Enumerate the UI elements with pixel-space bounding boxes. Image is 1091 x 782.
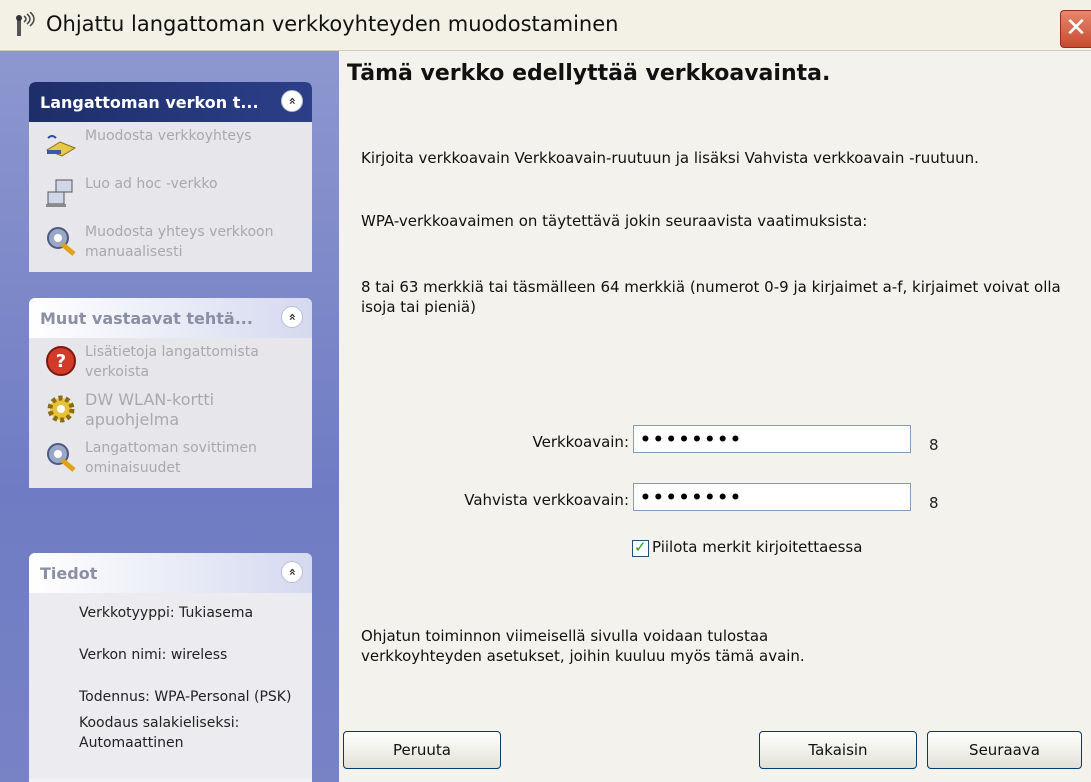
wizard-content: Tämä verkko edellyttää verkkoavainta. Ki… <box>339 51 1091 782</box>
task-sidebar: Langattoman verkon t... » Muodosta verkk… <box>0 51 339 782</box>
adapter-settings-icon <box>47 443 76 472</box>
confirm-key-input[interactable]: •••••••• <box>633 483 911 511</box>
panel-title: Tiedot <box>40 564 98 583</box>
requirement-intro: WPA-verkkoavaimen on täytettävä jokin se… <box>361 212 868 230</box>
network-type: Verkkotyyppi: Tukiasema <box>79 605 254 621</box>
title-bar: Ohjattu langattoman verkkoyhteyden muodo… <box>0 0 1091 51</box>
task-label: Lisätietoja langattomista verkoista <box>85 344 259 380</box>
collapse-icon[interactable]: » <box>281 90 303 112</box>
back-button[interactable]: Takaisin <box>759 731 917 769</box>
details-header[interactable]: Tiedot » <box>29 553 312 593</box>
task-label: Muodosta verkkoyhteys <box>85 128 252 144</box>
window-title: Ohjattu langattoman verkkoyhteyden muodo… <box>46 12 619 36</box>
task-connect[interactable]: Muodosta verkkoyhteys <box>29 124 312 172</box>
key-label: Verkkoavain: <box>532 433 630 451</box>
task-adhoc[interactable]: Luo ad hoc -verkko <box>29 172 312 220</box>
gear-icon <box>47 395 75 423</box>
task-adapter-properties[interactable]: Langattoman sovittimen ominaisuudet <box>29 436 312 484</box>
cancel-button[interactable]: Peruuta <box>343 731 501 769</box>
wireless-tasks-header[interactable]: Langattoman verkon t... » <box>29 82 312 122</box>
wireless-antenna-icon <box>16 12 35 36</box>
task-label: Langattoman sovittimen ominaisuudet <box>85 440 257 476</box>
key-char-count: 8 <box>929 436 939 454</box>
page-title: Tämä verkko edellyttää verkkoavainta. <box>347 61 831 86</box>
details-body: Verkkotyyppi: Tukiasema Verkon nimi: wir… <box>29 593 312 779</box>
task-wlan-utility[interactable]: DW WLAN-kortti apuohjelma <box>29 388 312 436</box>
task-label: Luo ad hoc -verkko <box>85 176 218 192</box>
details-panel: Tiedot » Verkkotyyppi: Tukiasema Verkon … <box>29 553 312 782</box>
panel-body: Muodosta verkkoyhteys Luo ad hoc -verkko… <box>29 122 312 272</box>
task-help[interactable]: ? Lisätietoja langattomista verkoista <box>29 340 312 388</box>
confirm-char-count: 8 <box>929 494 939 512</box>
hide-characters-checkbox[interactable] <box>632 538 649 557</box>
instruction-text: Kirjoita verkkoavain Verkkoavain-ruutuun… <box>361 149 979 167</box>
authentication: Todennus: WPA-Personal (PSK) <box>79 689 292 705</box>
other-tasks-panel: Muut vastaavat tehtä... » ? Lisätietoja … <box>29 298 312 488</box>
confirm-key-label: Vahvista verkkoavain: <box>464 491 629 509</box>
panel-title: Langattoman verkon t... <box>40 93 259 112</box>
adhoc-icon <box>46 179 73 207</box>
task-label: Muodosta yhteys verkkoon manuaalisesti <box>85 224 274 260</box>
manual-settings-icon <box>47 227 76 256</box>
task-manual-connect[interactable]: Muodosta yhteys verkkoon manuaalisesti <box>29 220 312 268</box>
hide-characters-label[interactable]: Piilota merkit kirjoitettaessa <box>652 538 862 556</box>
collapse-icon[interactable]: » <box>281 306 303 328</box>
footer-note: Ohjatun toiminnon viimeisellä sivulla vo… <box>361 627 805 665</box>
wireless-tasks-panel: Langattoman verkon t... » Muodosta verkk… <box>29 82 312 272</box>
close-button[interactable]: ✕ <box>1060 10 1091 48</box>
collapse-icon[interactable]: » <box>281 561 303 583</box>
panel-title: Muut vastaavat tehtä... <box>40 309 253 328</box>
requirement-text: 8 tai 63 merkkiä tai täsmälleen 64 merkk… <box>361 278 1061 316</box>
other-tasks-header[interactable]: Muut vastaavat tehtä... » <box>29 298 312 338</box>
svg-text:?: ? <box>56 351 66 372</box>
network-name: Verkon nimi: wireless <box>79 647 228 663</box>
encryption: Koodaus salakieliseksi: Automaattinen <box>79 715 240 751</box>
next-button[interactable]: Seuraava <box>927 731 1082 769</box>
network-key-input[interactable]: •••••••• <box>633 425 911 453</box>
panel-body: ? Lisätietoja langattomista verkoista DW… <box>29 338 312 488</box>
connect-icon <box>45 135 77 157</box>
task-label: DW WLAN-kortti apuohjelma <box>85 390 215 429</box>
help-icon: ? <box>46 346 76 376</box>
